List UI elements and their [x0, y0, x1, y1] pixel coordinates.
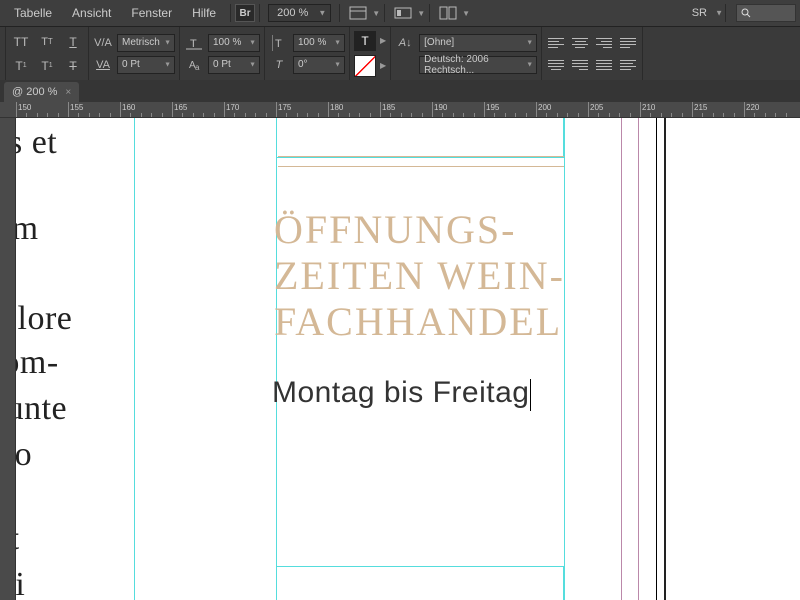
text-cursor [530, 379, 531, 411]
lang-icon [395, 56, 415, 74]
document-tabbar: @ 200 % × [0, 80, 800, 102]
skew-icon: T [269, 56, 289, 74]
underline-button[interactable]: T [62, 32, 84, 52]
bridge-icon[interactable]: Br [235, 4, 255, 22]
svg-text:T: T [190, 38, 197, 50]
document-canvas[interactable]: natis et em n volore nti om- andunte ace… [16, 118, 800, 600]
vscale-input[interactable]: 100 %▼ [293, 34, 345, 52]
subscript-button[interactable]: T1 [36, 56, 58, 76]
headline-line[interactable]: ÖFFNUNGS- [274, 206, 517, 253]
screen-mode-icon[interactable] [391, 3, 415, 23]
document-tab[interactable]: @ 200 % × [4, 82, 79, 102]
baseline-input[interactable]: 0 Pt▼ [208, 56, 260, 74]
headline-line[interactable]: ZEITEN WEIN- [274, 252, 565, 299]
menubar: Tabelle Ansicht Fenster Hilfe Br 200 %▼ … [0, 0, 800, 26]
margin-guide[interactable] [621, 118, 622, 600]
superscript-button[interactable]: T1 [10, 56, 32, 76]
search-field[interactable] [736, 4, 796, 22]
char-style-dropdown[interactable]: [Ohne]▼ [419, 34, 537, 52]
body-text-line[interactable]: nti om- [16, 340, 59, 386]
small-caps-button[interactable]: TT [36, 32, 58, 52]
kerning-input[interactable]: Metrisch▼ [117, 34, 175, 52]
hscale-input[interactable]: 100 %▼ [208, 34, 260, 52]
body-text-line[interactable]: ori [16, 562, 25, 600]
workspace-switcher[interactable]: SR▼ [684, 7, 721, 19]
page-edge [656, 118, 657, 600]
body-text-line[interactable]: em [16, 206, 39, 252]
justify-all-button[interactable] [594, 56, 614, 74]
menu-ansicht[interactable]: Ansicht [62, 6, 121, 20]
ruler-vertical[interactable] [0, 118, 16, 600]
spread-edge [664, 118, 666, 600]
vscale-icon: T [269, 34, 289, 52]
menu-tabelle[interactable]: Tabelle [4, 6, 62, 20]
tab-label: @ 200 % [12, 86, 57, 98]
rule-line [278, 156, 564, 157]
margin-guide[interactable] [638, 118, 639, 600]
justify-last-center-button[interactable] [546, 56, 566, 74]
hscale-icon: T [184, 34, 204, 52]
skew-input[interactable]: 0°▼ [293, 56, 345, 74]
menu-hilfe[interactable]: Hilfe [182, 6, 226, 20]
body-text[interactable]: Montag bis Freitag [272, 376, 531, 411]
align-right-button[interactable] [594, 34, 614, 52]
rule-line [278, 166, 564, 167]
justify-last-right-button[interactable] [570, 56, 590, 74]
body-text-line[interactable]: n volore [16, 296, 72, 342]
char-style-icon: A↓ [395, 34, 415, 52]
view-options-icon[interactable] [346, 3, 370, 23]
svg-text:a: a [195, 63, 200, 72]
body-text-line[interactable]: sit [16, 516, 20, 562]
svg-text:T: T [275, 38, 282, 50]
control-bar: TT TT T T1 T1 T V/A Metrisch▼ VA 0 Pt▼ T… [0, 26, 800, 80]
fill-text-icon[interactable]: T [354, 31, 376, 51]
fill-swatch[interactable] [354, 55, 376, 77]
column-guide[interactable] [276, 118, 277, 600]
body-text-line[interactable]: acero [16, 432, 32, 478]
text-frame[interactable] [276, 118, 564, 158]
align-left-button[interactable] [546, 34, 566, 52]
zoom-level-dropdown[interactable]: 200 %▼ [268, 4, 331, 22]
language-dropdown[interactable]: Deutsch: 2006 Rechtsch...▼ [419, 56, 537, 74]
kerning-icon: V/A [93, 34, 113, 52]
body-text-line[interactable]: natis et [16, 120, 57, 166]
align-center-button[interactable] [570, 34, 590, 52]
close-tab-icon[interactable]: × [65, 87, 71, 98]
align-spine-button[interactable] [618, 56, 638, 74]
baseline-icon: Aa [184, 56, 204, 74]
tracking-icon: VA [93, 56, 113, 74]
menu-fenster[interactable]: Fenster [121, 6, 182, 20]
all-caps-button[interactable]: TT [10, 32, 32, 52]
text-frame[interactable] [276, 566, 564, 600]
body-text-line[interactable]: andunte [16, 386, 67, 432]
headline-line[interactable]: FACHHANDEL [274, 298, 562, 345]
column-guide[interactable] [564, 118, 565, 600]
strike-button[interactable]: T [62, 56, 84, 76]
justify-last-left-button[interactable] [618, 34, 638, 52]
ruler-horizontal[interactable]: 1501551601651701751801851901952002052102… [0, 102, 800, 118]
column-guide[interactable] [134, 118, 135, 600]
tracking-input[interactable]: 0 Pt▼ [117, 56, 175, 74]
arrange-docs-icon[interactable] [436, 3, 460, 23]
